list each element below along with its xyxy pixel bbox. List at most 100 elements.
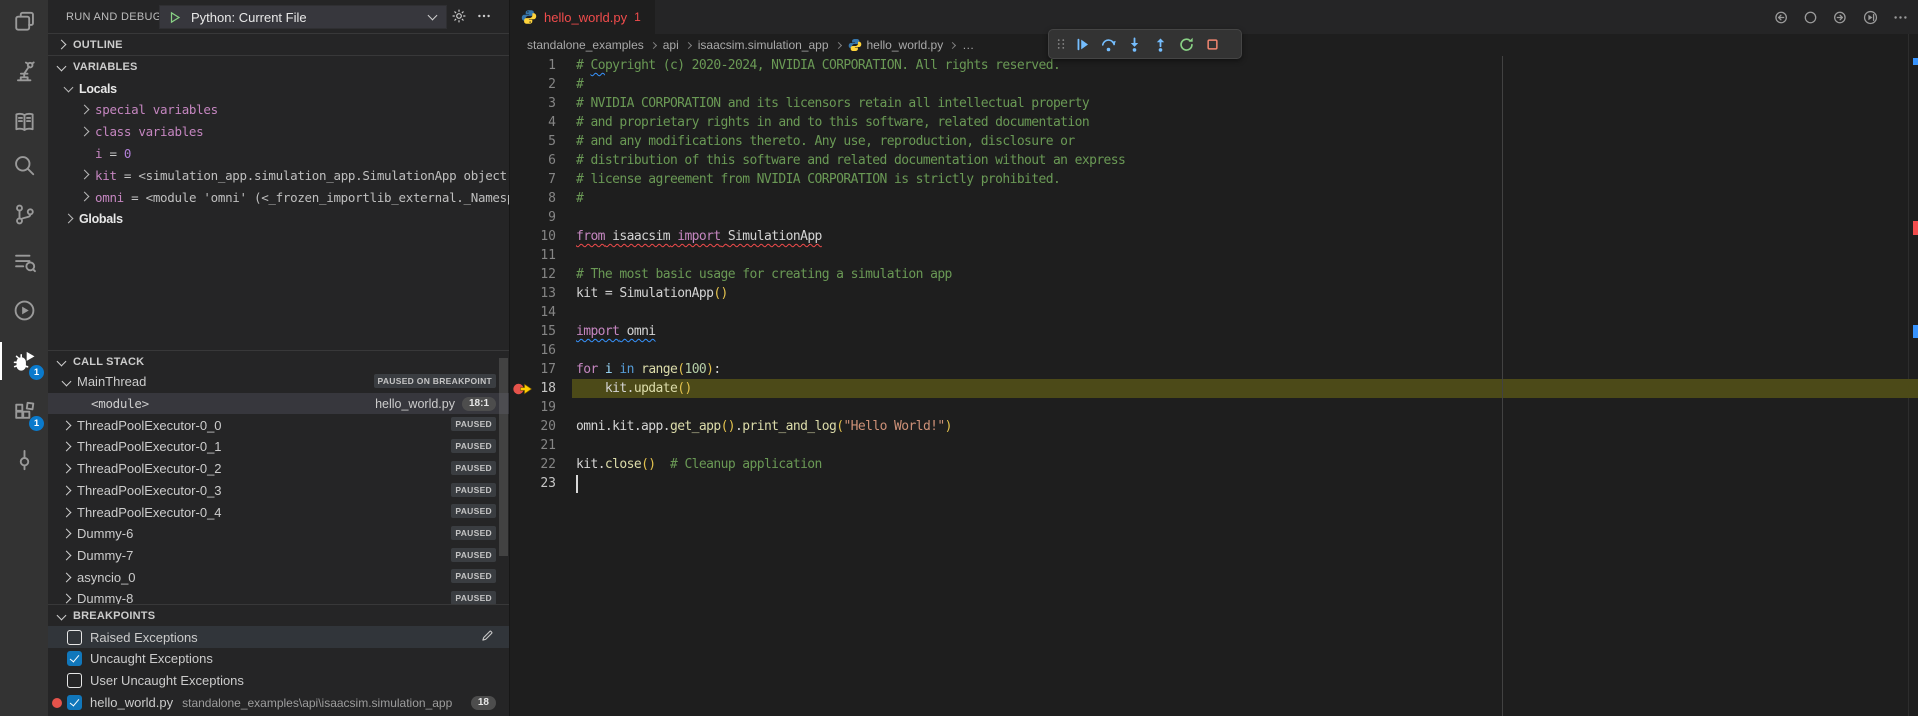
step-out-button[interactable] [1147,31,1173,57]
line-number[interactable]: 9 [512,208,556,227]
variables-row[interactable]: Locals [48,77,509,99]
line-number[interactable]: 10 [512,227,556,246]
code-line[interactable]: 5# and any modifications thereto. Any us… [511,132,1918,151]
line-number[interactable]: 19 [512,398,556,417]
debug-config-dropdown[interactable]: Python: Current File [159,5,447,29]
line-number[interactable]: 6 [512,151,556,170]
line-number[interactable]: 4 [512,113,556,132]
breadcrumb-item[interactable]: standalone_examples [527,38,644,52]
line-number[interactable]: 8 [512,189,556,208]
activity-item-pages[interactable] [0,0,48,42]
variables-row[interactable]: omni = <module 'omni' (<_frozen_importli… [48,186,509,208]
line-number[interactable]: 3 [512,94,556,113]
call-stack-row[interactable]: Dummy-6PAUSED [48,523,509,545]
views-more-actions-button[interactable] [472,4,496,28]
line-number[interactable]: 11 [512,246,556,265]
breakpoint-row[interactable]: Uncaught Exceptions [48,648,509,670]
variables-section-header[interactable]: VARIABLES [48,55,509,77]
overview-ruler[interactable] [1908,34,1918,716]
line-number[interactable]: 21 [512,436,556,455]
code-line[interactable]: 20omni.kit.app.get_app().print_and_log("… [511,417,1918,436]
breakpoint-checkbox[interactable] [67,651,82,666]
breakpoint-row[interactable]: User Uncaught Exceptions [48,670,509,692]
call-stack-row[interactable]: ThreadPoolExecutor-0_1PAUSED [48,436,509,458]
activity-item-source-control[interactable] [0,193,48,235]
variables-row[interactable]: special variables [48,99,509,121]
activity-item-extensions[interactable]: 1 [0,391,48,433]
line-number[interactable]: 22 [512,455,556,474]
line-number[interactable]: 12 [512,265,556,284]
run-python-file-button[interactable] [1858,5,1882,29]
code-line[interactable]: 7# license agreement from NVIDIA CORPORA… [511,170,1918,189]
line-number[interactable]: 15 [512,322,556,341]
code-line[interactable]: 6# distribution of this software and rel… [511,151,1918,170]
breakpoint-row[interactable]: Raised Exceptions [48,626,509,648]
breakpoint-checkbox[interactable] [67,673,82,688]
breadcrumb-item[interactable]: … [962,38,974,52]
code-line[interactable]: 9 [511,208,1918,227]
call-stack-row[interactable]: ThreadPoolExecutor-0_2PAUSED [48,458,509,480]
step-into-button[interactable] [1121,31,1147,57]
debug-settings-button[interactable] [447,4,471,28]
variables-row[interactable]: kit = <simulation_app.simulation_app.Sim… [48,164,509,186]
activity-item-run-circle[interactable] [0,289,48,331]
code-line[interactable]: 10from isaacsim import SimulationApp [511,227,1918,246]
code-line[interactable]: 11 [511,246,1918,265]
code-line[interactable]: 22kit.close() # Cleanup application [511,455,1918,474]
circle-button[interactable] [1798,5,1822,29]
navigate-forward-button[interactable] [1828,5,1852,29]
navigate-back-button[interactable] [1768,5,1792,29]
toolbar-drag-handle[interactable] [1053,31,1069,57]
line-number[interactable]: 23 [512,474,556,493]
code-line[interactable]: 21 [511,436,1918,455]
call-stack-row[interactable]: MainThreadPAUSED ON BREAKPOINT [48,371,509,393]
code-line[interactable]: 14 [511,303,1918,322]
code-line[interactable]: 19 [511,398,1918,417]
step-over-button[interactable] [1095,31,1121,57]
sidebar-scrollbar[interactable] [499,358,508,556]
code-line[interactable]: 17for i in range(100): [511,360,1918,379]
code-area[interactable]: 1# Copyright (c) 2020-2024, NVIDIA CORPO… [511,56,1918,716]
breadcrumb-item[interactable]: hello_world.py [867,38,944,52]
activity-item-documentation[interactable] [0,101,48,143]
line-number[interactable]: 7 [512,170,556,189]
activity-item-robot-arm[interactable] [0,50,48,92]
call-stack-row[interactable]: asyncio_0PAUSED [48,566,509,588]
call-stack-row[interactable]: Dummy-7PAUSED [48,545,509,567]
code-line[interactable]: 18 kit.update() [511,379,1918,398]
call-stack-row[interactable]: ThreadPoolExecutor-0_0PAUSED [48,414,509,436]
line-number[interactable]: 2 [512,75,556,94]
tab-hello-world[interactable]: hello_world.py 1 [511,0,656,34]
more-actions-button[interactable] [1888,5,1912,29]
activity-item-search[interactable] [0,144,48,186]
line-number[interactable]: 17 [512,360,556,379]
activity-item-list-tree[interactable] [0,240,48,282]
line-number[interactable]: 14 [512,303,556,322]
call-stack-row[interactable]: ThreadPoolExecutor-0_3PAUSED [48,480,509,502]
line-number[interactable]: 5 [512,132,556,151]
stop-button[interactable] [1199,31,1225,57]
code-line[interactable]: 4# and proprietary rights in and to this… [511,113,1918,132]
call-stack-row[interactable]: <module>hello_world.py18:1 [48,393,509,415]
continue-button[interactable] [1069,31,1095,57]
line-number[interactable]: 1 [512,56,556,75]
code-line[interactable]: 2# [511,75,1918,94]
call-stack-row[interactable]: Dummy-8PAUSED [48,588,509,604]
breakpoint-checkbox[interactable] [67,630,82,645]
variables-row[interactable]: Globals [48,208,509,230]
breadcrumb-item[interactable]: api [663,38,679,52]
code-line[interactable]: 13kit = SimulationApp() [511,284,1918,303]
line-number[interactable]: 16 [512,341,556,360]
code-line[interactable]: 3# NVIDIA CORPORATION and its licensors … [511,94,1918,113]
activity-item-run-and-debug[interactable]: 1 [0,340,48,382]
code-line[interactable]: 15import omni [511,322,1918,341]
breakpoints-section-header[interactable]: BREAKPOINTS [48,604,509,626]
variables-row[interactable]: class variables [48,121,509,143]
variables-row[interactable]: i = 0 [48,142,509,164]
call-stack-section-header[interactable]: CALL STACK [48,350,509,372]
call-stack-row[interactable]: ThreadPoolExecutor-0_4PAUSED [48,501,509,523]
line-number[interactable]: 20 [512,417,556,436]
breadcrumb-item[interactable]: isaacsim.simulation_app [698,38,829,52]
breakpoint-row[interactable]: hello_world.pystandalone_examples\api\is… [48,692,509,714]
code-line[interactable]: 16 [511,341,1918,360]
